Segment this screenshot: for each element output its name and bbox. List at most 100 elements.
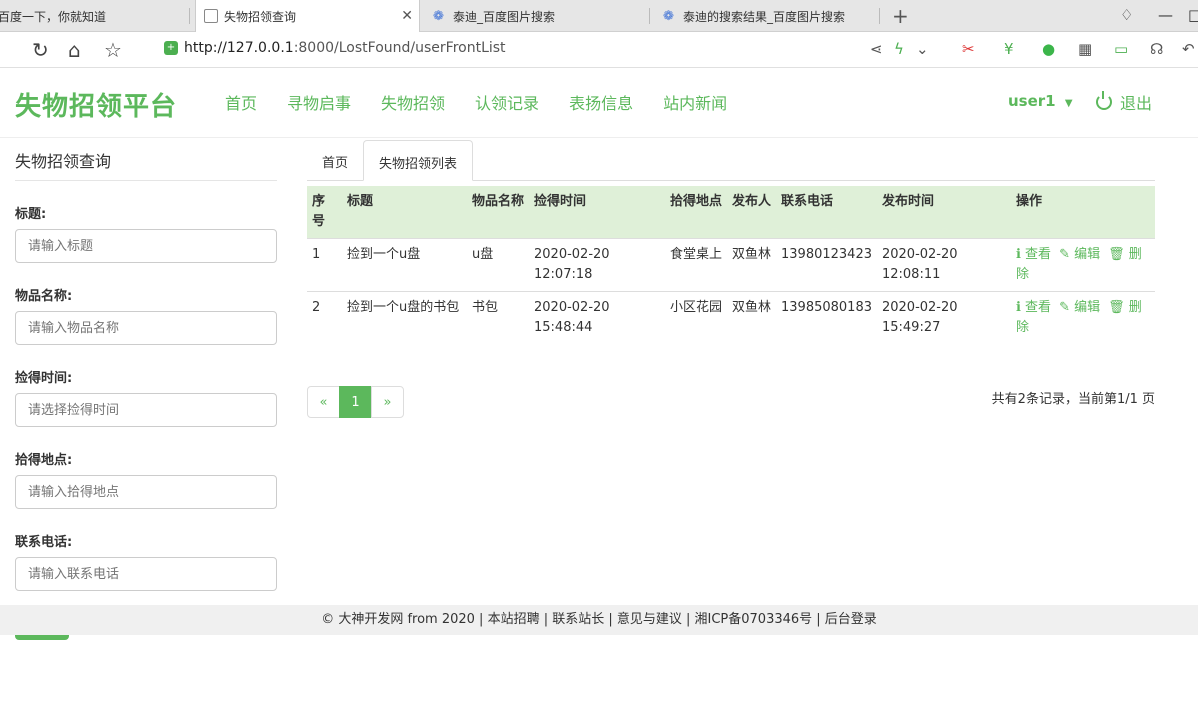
prev-page-button[interactable]: « bbox=[307, 386, 340, 418]
view-link[interactable]: ℹ 查看 bbox=[1016, 247, 1051, 262]
cell-place: 小区花园 bbox=[665, 291, 727, 344]
cell-item: 书包 bbox=[467, 291, 529, 344]
tab-found-list[interactable]: 失物招领列表 bbox=[363, 140, 474, 181]
footer: © 大神开发网 from 2020 | 本站招聘 | 联系站长 | 意见与建议 … bbox=[0, 605, 1198, 635]
edit-link[interactable]: ✎ 编辑 bbox=[1059, 247, 1100, 262]
col-place: 拾得地点 bbox=[665, 186, 727, 239]
col-item: 物品名称 bbox=[467, 186, 529, 239]
col-ops: 操作 bbox=[1010, 186, 1155, 239]
col-no: 序号 bbox=[307, 186, 342, 239]
shield-icon: + bbox=[164, 41, 178, 55]
back-icon[interactable]: ↶ bbox=[1182, 40, 1195, 58]
nav-praise[interactable]: 表扬信息 bbox=[569, 90, 633, 114]
found-place-input[interactable] bbox=[15, 475, 277, 509]
cell-publisher: 双鱼林 bbox=[727, 238, 776, 292]
cell-publish-time: 2020-02-20 12:08:11 bbox=[876, 238, 1011, 292]
query-sidebar: 失物招领查询 标题: 物品名称: 捡得时间: 拾得地点: 联系电话: 查询 bbox=[15, 142, 277, 640]
cell-publish-time: 2020-02-20 15:49:27 bbox=[876, 291, 1011, 344]
browser-tab-teddy[interactable]: ❁ 泰迪_百度图片搜索 bbox=[425, 0, 650, 32]
nav-news[interactable]: 站内新闻 bbox=[663, 90, 727, 114]
found-time-input[interactable] bbox=[15, 393, 277, 427]
yen-shield-icon[interactable]: ¥ bbox=[1004, 40, 1014, 58]
item-name-input[interactable] bbox=[15, 311, 277, 345]
cell-phone: 13985080183 bbox=[776, 291, 877, 344]
cell-title: 捡到一个u盘 bbox=[342, 238, 467, 292]
browser-tab-active[interactable]: 失物招领查询 ✕ bbox=[195, 0, 420, 32]
cell-found-time: 2020-02-20 15:48:44 bbox=[529, 291, 665, 344]
logout-button[interactable]: 退出 bbox=[1096, 90, 1152, 114]
col-found-time: 捡得时间 bbox=[529, 186, 665, 239]
user-menu[interactable]: user1 ▼ bbox=[1008, 92, 1073, 110]
battery-icon[interactable]: ▭ bbox=[1114, 40, 1128, 58]
col-phone: 联系电话 bbox=[776, 186, 877, 239]
minimize-icon[interactable]: — bbox=[1158, 6, 1173, 24]
phone-label: 联系电话: bbox=[15, 535, 73, 550]
cell-no: 1 bbox=[307, 238, 342, 292]
cell-no: 2 bbox=[307, 291, 342, 344]
browser-tab-teddy-results[interactable]: ❁ 泰迪的搜索结果_百度图片搜索 bbox=[655, 0, 880, 32]
table-row: 1 捡到一个u盘 u盘 2020-02-20 12:07:18 食堂桌上 双鱼林… bbox=[307, 238, 1155, 292]
main-content: 首页 失物招领列表 序号 标题 物品名称 捡得时间 拾得地点 发布人 联系电话 … bbox=[307, 140, 1155, 418]
col-publisher: 发布人 bbox=[727, 186, 776, 239]
tab-label: 泰迪的搜索结果_百度图片搜索 bbox=[683, 9, 846, 24]
view-link[interactable]: ℹ 查看 bbox=[1016, 300, 1051, 315]
content-tabs: 首页 失物招领列表 bbox=[307, 140, 1155, 181]
browser-tab-bar: 百度一下，你就知道 失物招领查询 ✕ ❁ 泰迪_百度图片搜索 ❁ 泰迪的搜索结果… bbox=[0, 0, 1198, 32]
site-header: 失物招领平台 首页 寻物启事 失物招领 认领记录 表扬信息 站内新闻 user1… bbox=[0, 68, 1198, 138]
reload-icon[interactable]: ↻ bbox=[32, 38, 49, 62]
table-header-row: 序号 标题 物品名称 捡得时间 拾得地点 发布人 联系电话 发布时间 操作 bbox=[307, 186, 1155, 239]
url-path: :8000/LostFound/userFrontList bbox=[293, 40, 506, 56]
cell-found-time: 2020-02-20 12:07:18 bbox=[529, 238, 665, 292]
baidu-paw-icon: ❁ bbox=[663, 9, 674, 24]
edit-link[interactable]: ✎ 编辑 bbox=[1059, 300, 1100, 315]
found-place-label: 拾得地点: bbox=[15, 453, 73, 468]
extension-circle-icon[interactable]: ● bbox=[1042, 40, 1055, 58]
cell-item: u盘 bbox=[467, 238, 529, 292]
bolt-icon[interactable]: ϟ bbox=[894, 40, 904, 58]
page-info: 共有2条记录，当前第1/1 页 bbox=[991, 392, 1155, 407]
url-field[interactable]: + http://127.0.0.1:8000/LostFound/userFr… bbox=[164, 40, 506, 56]
cell-phone: 13980123423 bbox=[776, 238, 877, 292]
caret-down-icon: ▼ bbox=[1064, 98, 1073, 109]
main-nav: 首页 寻物启事 失物招领 认领记录 表扬信息 站内新闻 bbox=[225, 90, 757, 114]
shirt-icon[interactable]: ♢ bbox=[1120, 6, 1133, 24]
new-tab-icon[interactable]: + bbox=[892, 4, 909, 28]
tab-label: 泰迪_百度图片搜索 bbox=[453, 9, 556, 24]
address-bar: ↻ ⌂ ☆ + http://127.0.0.1:8000/LostFound/… bbox=[0, 32, 1198, 68]
next-page-button[interactable]: » bbox=[371, 386, 404, 418]
close-icon[interactable]: ✕ bbox=[401, 8, 413, 24]
star-icon[interactable]: ☆ bbox=[104, 38, 122, 62]
sidebar-title: 失物招领查询 bbox=[15, 142, 277, 181]
maximize-icon[interactable]: □ bbox=[1188, 6, 1198, 24]
logout-label: 退出 bbox=[1120, 94, 1153, 113]
page-icon bbox=[204, 9, 218, 23]
col-title: 标题 bbox=[342, 186, 467, 239]
browser-tab-baidu[interactable]: 百度一下，你就知道 bbox=[0, 0, 190, 32]
cell-publisher: 双鱼林 bbox=[727, 291, 776, 344]
tab-label: 失物招领查询 bbox=[224, 9, 297, 24]
home-icon[interactable]: ⌂ bbox=[68, 38, 81, 62]
username: user1 bbox=[1008, 92, 1056, 110]
cell-place: 食堂桌上 bbox=[665, 238, 727, 292]
cell-ops: ℹ 查看 ✎ 编辑 🗑 删除 bbox=[1010, 291, 1155, 344]
col-publish-time: 发布时间 bbox=[876, 186, 1011, 239]
found-items-table: 序号 标题 物品名称 捡得时间 拾得地点 发布人 联系电话 发布时间 操作 1 … bbox=[307, 186, 1155, 344]
headphones-icon[interactable]: ☊ bbox=[1150, 40, 1163, 58]
nav-claim-records[interactable]: 认领记录 bbox=[475, 90, 539, 114]
nav-found-items[interactable]: 失物招领 bbox=[381, 90, 445, 114]
site-brand[interactable]: 失物招领平台 bbox=[15, 86, 177, 123]
page-1-button[interactable]: 1 bbox=[339, 386, 372, 418]
power-icon bbox=[1096, 91, 1112, 110]
scissors-icon[interactable]: ✂ bbox=[962, 40, 975, 58]
share-icon[interactable]: ⋖ bbox=[870, 40, 883, 58]
grid-icon[interactable]: ▦ bbox=[1078, 40, 1092, 58]
nav-lost-notices[interactable]: 寻物启事 bbox=[287, 90, 351, 114]
tab-label: 百度一下，你就知道 bbox=[0, 9, 107, 24]
title-input[interactable] bbox=[15, 229, 277, 263]
baidu-paw-icon: ❁ bbox=[433, 9, 444, 24]
nav-home[interactable]: 首页 bbox=[225, 90, 257, 114]
table-row: 2 捡到一个u盘的书包 书包 2020-02-20 15:48:44 小区花园 … bbox=[307, 291, 1155, 344]
tab-home[interactable]: 首页 bbox=[307, 140, 363, 180]
chevron-down-icon[interactable]: ⌄ bbox=[916, 40, 929, 58]
phone-input[interactable] bbox=[15, 557, 277, 591]
